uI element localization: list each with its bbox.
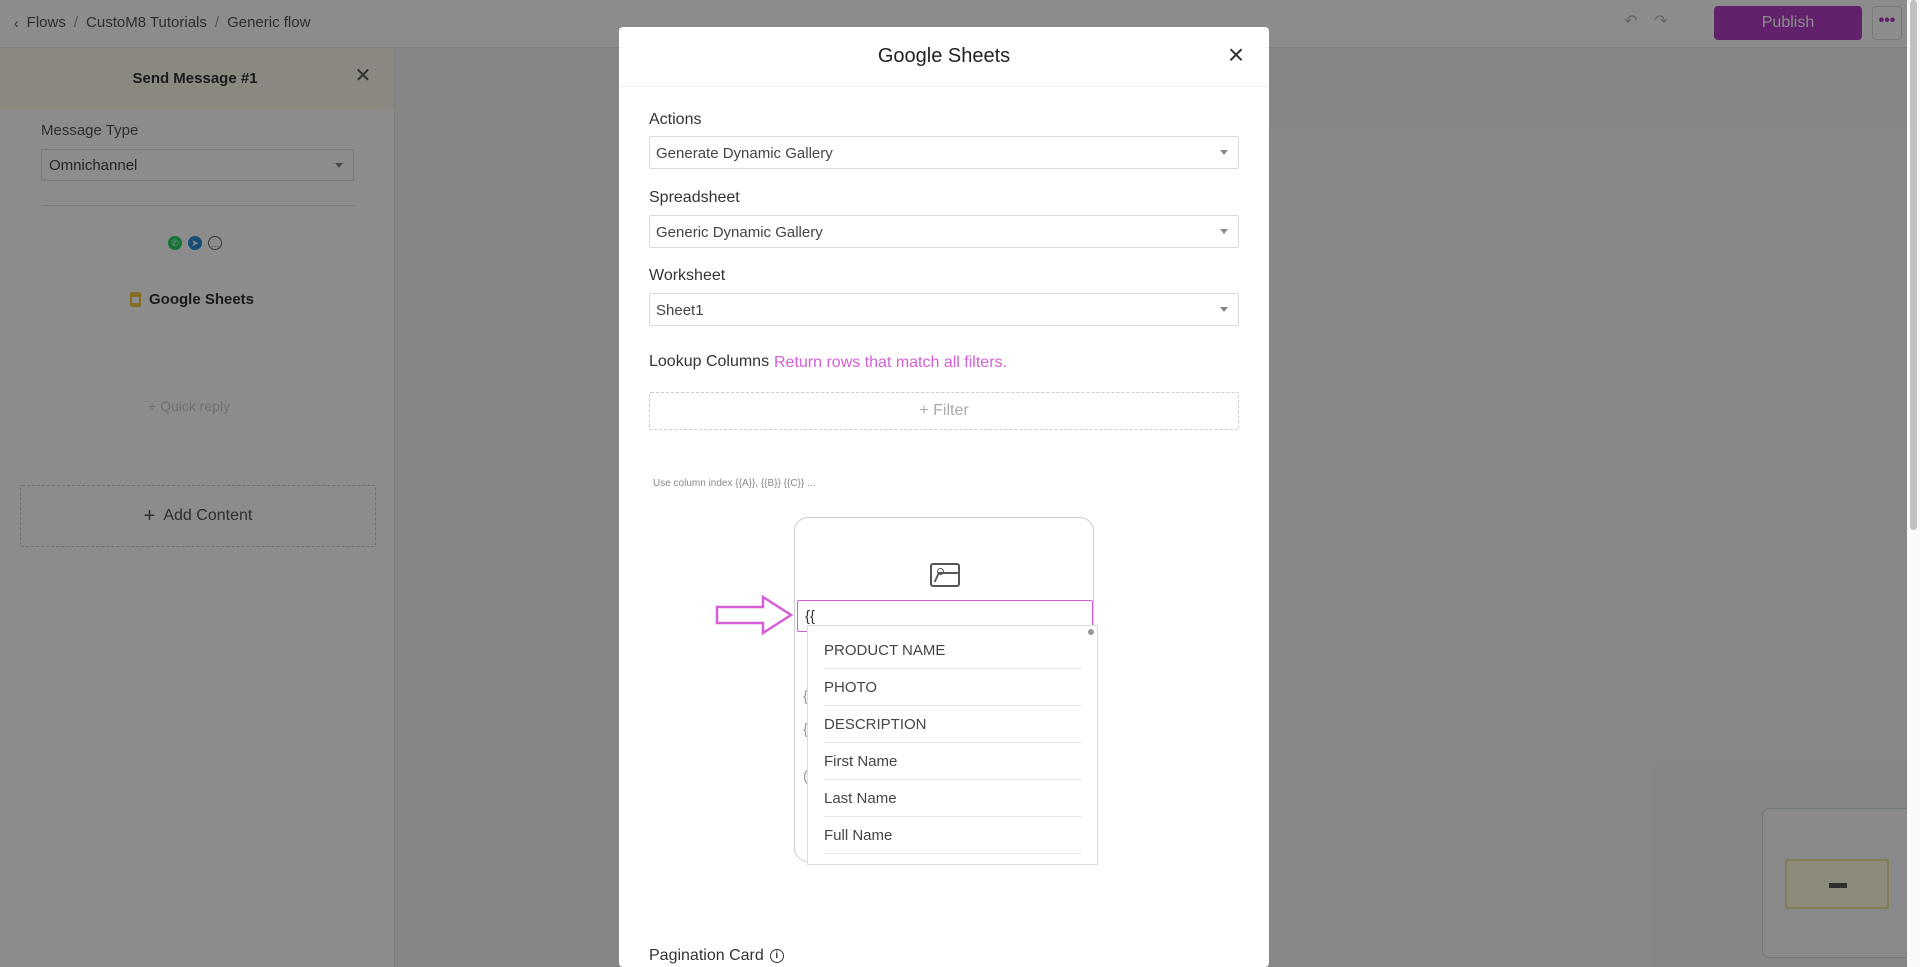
spreadsheet-select[interactable]: Generic Dynamic Gallery	[649, 215, 1239, 248]
column-index-hint: Use column index {{A}}, {{B}} {{C}} ...	[653, 478, 816, 489]
info-icon[interactable]: i	[769, 949, 784, 963]
chevron-down-icon	[1220, 150, 1228, 155]
pointer-arrow-icon	[715, 594, 794, 636]
google-sheets-modal: Google Sheets × Actions Generate Dynamic…	[619, 27, 1269, 967]
modal-header: Google Sheets ×	[619, 27, 1269, 87]
spreadsheet-value: Generic Dynamic Gallery	[656, 224, 823, 241]
worksheet-value: Sheet1	[656, 302, 704, 319]
dropdown-option[interactable]: DESCRIPTION	[824, 706, 1081, 743]
spreadsheet-label: Spreadsheet	[649, 189, 740, 206]
dropdown-option[interactable]: Full Name	[824, 817, 1081, 854]
dropdown-option[interactable]: Last Name	[824, 780, 1081, 817]
modal-title: Google Sheets	[877, 45, 1011, 67]
worksheet-select[interactable]: Sheet1	[649, 293, 1239, 326]
pagination-card-row: Pagination Card i	[649, 947, 784, 965]
lookup-hint: Return rows that match all filters.	[774, 354, 1007, 371]
pagination-card-label: Pagination Card	[649, 947, 764, 964]
lookup-columns-label: Lookup Columns	[649, 353, 770, 370]
worksheet-label: Worksheet	[649, 267, 726, 284]
actions-value: Generate Dynamic Gallery	[656, 145, 833, 162]
chevron-down-icon	[1220, 307, 1228, 312]
dropdown-option[interactable]: First Name	[824, 743, 1081, 780]
dropdown-list: PRODUCT NAME PHOTO DESCRIPTION First Name La…	[808, 626, 1097, 854]
scrollbar[interactable]	[1088, 629, 1094, 635]
image-placeholder-icon[interactable]	[930, 563, 960, 587]
dropdown-option[interactable]: PHOTO	[824, 669, 1081, 706]
actions-select[interactable]: Generate Dynamic Gallery	[649, 136, 1239, 169]
add-filter-button[interactable]: + Filter	[649, 392, 1239, 430]
actions-label: Actions	[649, 111, 702, 128]
dropdown-option[interactable]: PRODUCT NAME	[824, 632, 1081, 669]
chevron-down-icon	[1220, 229, 1228, 234]
close-icon[interactable]: ×	[1222, 41, 1250, 69]
variable-dropdown: PRODUCT NAME PHOTO DESCRIPTION First Name La…	[807, 625, 1098, 865]
page-scrollbar[interactable]	[1907, 0, 1920, 967]
scroll-thumb[interactable]	[1910, 0, 1917, 530]
